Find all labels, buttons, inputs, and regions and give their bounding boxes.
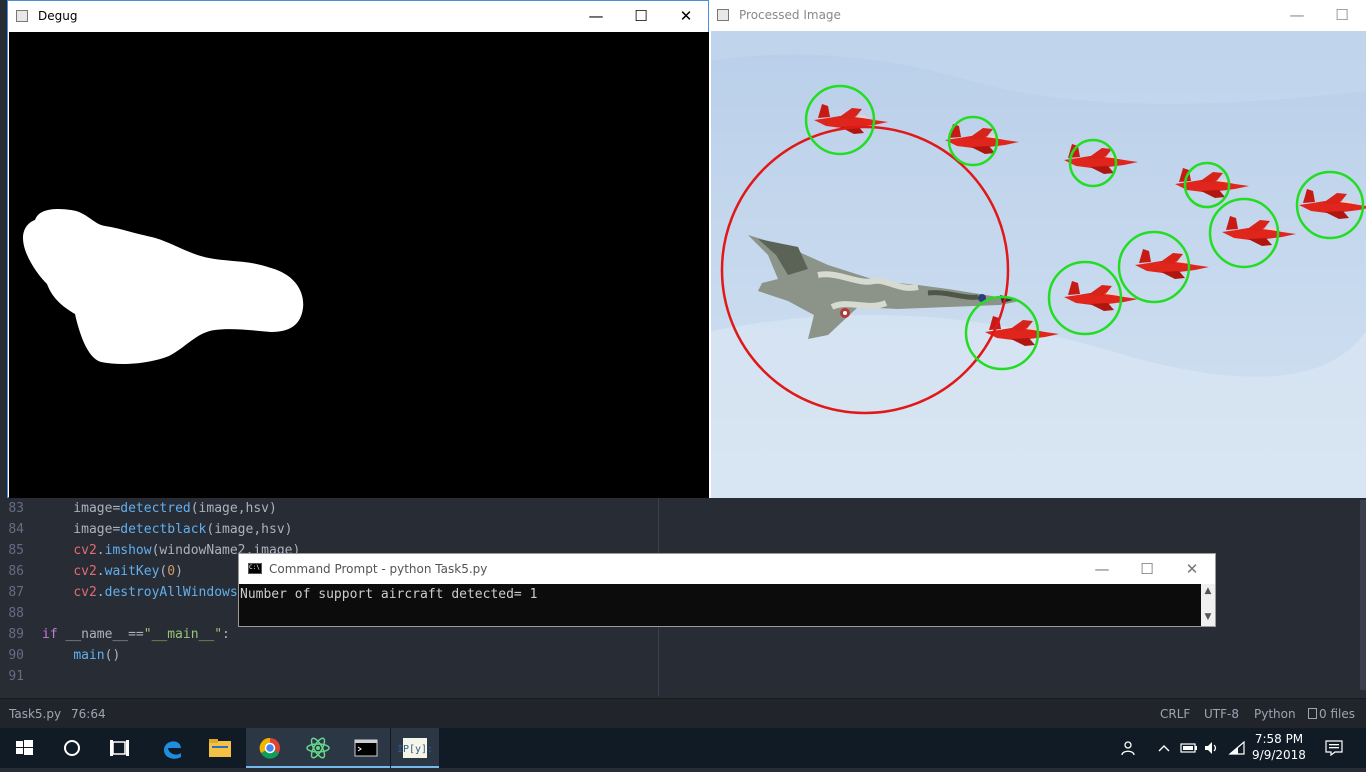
window-app-icon <box>717 9 729 21</box>
cmd-icon[interactable] <box>342 728 390 768</box>
status-cursor-position[interactable]: 76:64 <box>71 707 106 721</box>
status-bar: Task5.py 76:64 CRLF UTF-8 Python 0 files <box>0 698 1366 729</box>
editor-scrollbar[interactable] <box>1360 500 1366 690</box>
minimize-button[interactable]: — <box>1274 0 1320 31</box>
command-prompt-window[interactable]: C:\ Command Prompt - python Task5.py — ☐… <box>238 553 1216 627</box>
line-number: 85 <box>8 543 24 558</box>
debug-window-title: Degug <box>38 9 78 23</box>
battery-icon[interactable] <box>1180 740 1198 760</box>
line-number: 88 <box>8 606 24 621</box>
svg-text:IP[y]:: IP[y]: <box>397 744 433 755</box>
minimize-button[interactable]: — <box>573 1 619 32</box>
cmd-icon: C:\ <box>248 563 262 574</box>
chrome-icon[interactable] <box>246 728 294 768</box>
chevron-up-icon[interactable] <box>1157 740 1171 760</box>
line-number: 89 <box>8 627 24 642</box>
volume-icon[interactable] <box>1203 740 1221 760</box>
clock[interactable]: 7:58 PM 9/9/2018 <box>1248 731 1310 763</box>
clock-date: 9/9/2018 <box>1252 748 1306 762</box>
minimize-button[interactable]: — <box>1079 554 1125 585</box>
debug-mask-image <box>9 32 709 498</box>
windows-start-icon[interactable] <box>0 728 48 768</box>
cmd-output[interactable]: Number of support aircraft detected= 1 <box>239 584 1201 626</box>
maximize-button[interactable]: ☐ <box>618 1 664 32</box>
close-button[interactable]: ✕ <box>1169 554 1215 585</box>
line-number: 86 <box>8 564 24 579</box>
status-line-ending[interactable]: CRLF <box>1160 707 1190 721</box>
action-center-icon[interactable] <box>1325 740 1343 760</box>
close-button[interactable]: ✕ <box>663 1 709 32</box>
status-encoding[interactable]: UTF-8 <box>1204 707 1239 721</box>
cmd-scrollbar[interactable]: ▲ ▼ <box>1201 584 1215 626</box>
line-number: 83 <box>8 501 24 516</box>
wifi-icon[interactable] <box>1228 740 1246 760</box>
atom-icon[interactable] <box>294 728 342 768</box>
status-file-name[interactable]: Task5.py <box>9 707 61 721</box>
window-app-icon <box>16 10 28 22</box>
debug-titlebar[interactable]: Degug — ☐ ✕ <box>8 1 708 32</box>
scroll-up-icon[interactable]: ▲ <box>1201 586 1215 596</box>
cmd-window-title: Command Prompt - python Task5.py <box>269 562 488 576</box>
debug-window[interactable]: Degug — ☐ ✕ <box>7 0 709 498</box>
maximize-button[interactable]: ☐ <box>1124 554 1170 585</box>
line-number: 87 <box>8 585 24 600</box>
git-files-status[interactable]: 0 files <box>1308 707 1355 721</box>
maximize-button[interactable]: ☐ <box>1319 0 1365 31</box>
edge-icon[interactable] <box>148 728 196 768</box>
taskbar: IP[y]: 7:58 PM 9/9/2018 <box>0 728 1366 768</box>
code-line-83[interactable]: 83 image=detectred(image,hsv) <box>0 498 658 519</box>
code-line-90[interactable]: 90 main() <box>0 645 658 666</box>
status-grammar[interactable]: Python <box>1254 707 1296 721</box>
people-icon[interactable] <box>1120 740 1136 760</box>
code-line-84[interactable]: 84 image=detectblack(image,hsv) <box>0 519 658 540</box>
code-line-91[interactable]: 91 <box>0 666 658 687</box>
task-view-icon[interactable] <box>96 728 144 768</box>
file-explorer-icon[interactable] <box>196 728 244 768</box>
clock-time: 7:58 PM <box>1254 732 1304 746</box>
files-count: 0 files <box>1319 707 1355 721</box>
detected-mask-blob <box>23 209 304 364</box>
line-number: 84 <box>8 522 24 537</box>
scroll-down-icon[interactable]: ▼ <box>1201 612 1215 622</box>
file-icon <box>1308 708 1317 719</box>
line-number: 91 <box>8 669 24 684</box>
processed-image <box>711 31 1366 498</box>
cmd-titlebar[interactable]: C:\ Command Prompt - python Task5.py — ☐… <box>239 554 1215 584</box>
processed-window-title: Processed Image <box>739 8 841 22</box>
python-idle-icon[interactable]: IP[y]: <box>391 728 439 768</box>
code-line-89[interactable]: 89 if __name__=="__main__": <box>0 624 658 645</box>
cortana-circle-icon[interactable] <box>48 728 96 768</box>
processed-image-window[interactable]: Processed Image — ☐ <box>709 0 1366 498</box>
line-number: 90 <box>8 648 24 663</box>
processed-titlebar[interactable]: Processed Image — ☐ <box>709 0 1366 31</box>
